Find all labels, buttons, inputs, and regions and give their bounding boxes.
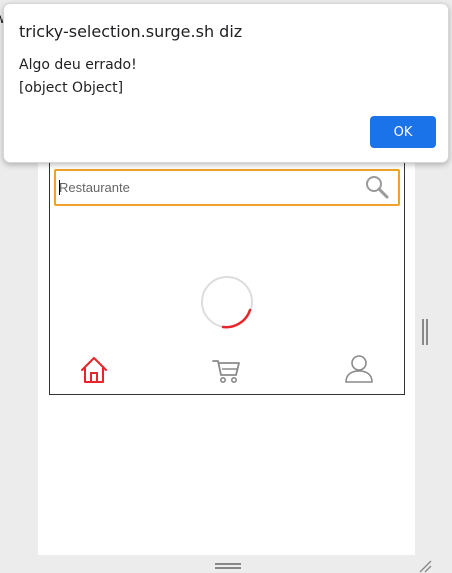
user-icon[interactable] [344, 353, 374, 383]
alert-dialog: tricky-selection.surge.sh diz Algo deu e… [3, 3, 449, 163]
dialog-title: tricky-selection.surge.sh diz [19, 22, 243, 41]
vertical-resize-handle[interactable] [422, 319, 428, 345]
search-box[interactable] [54, 169, 400, 206]
dialog-message-detail: [object Object] [19, 80, 124, 96]
ok-button[interactable]: OK [370, 116, 436, 148]
home-icon[interactable] [79, 355, 109, 385]
loading-spinner [201, 276, 253, 329]
text-caret [59, 180, 60, 195]
dialog-message: Algo deu errado! [19, 57, 137, 73]
corner-resize-handle[interactable] [418, 559, 432, 573]
horizontal-resize-handle[interactable] [215, 563, 241, 569]
search-icon[interactable] [364, 174, 390, 200]
search-input[interactable] [59, 171, 359, 204]
cart-icon[interactable] [212, 355, 242, 385]
